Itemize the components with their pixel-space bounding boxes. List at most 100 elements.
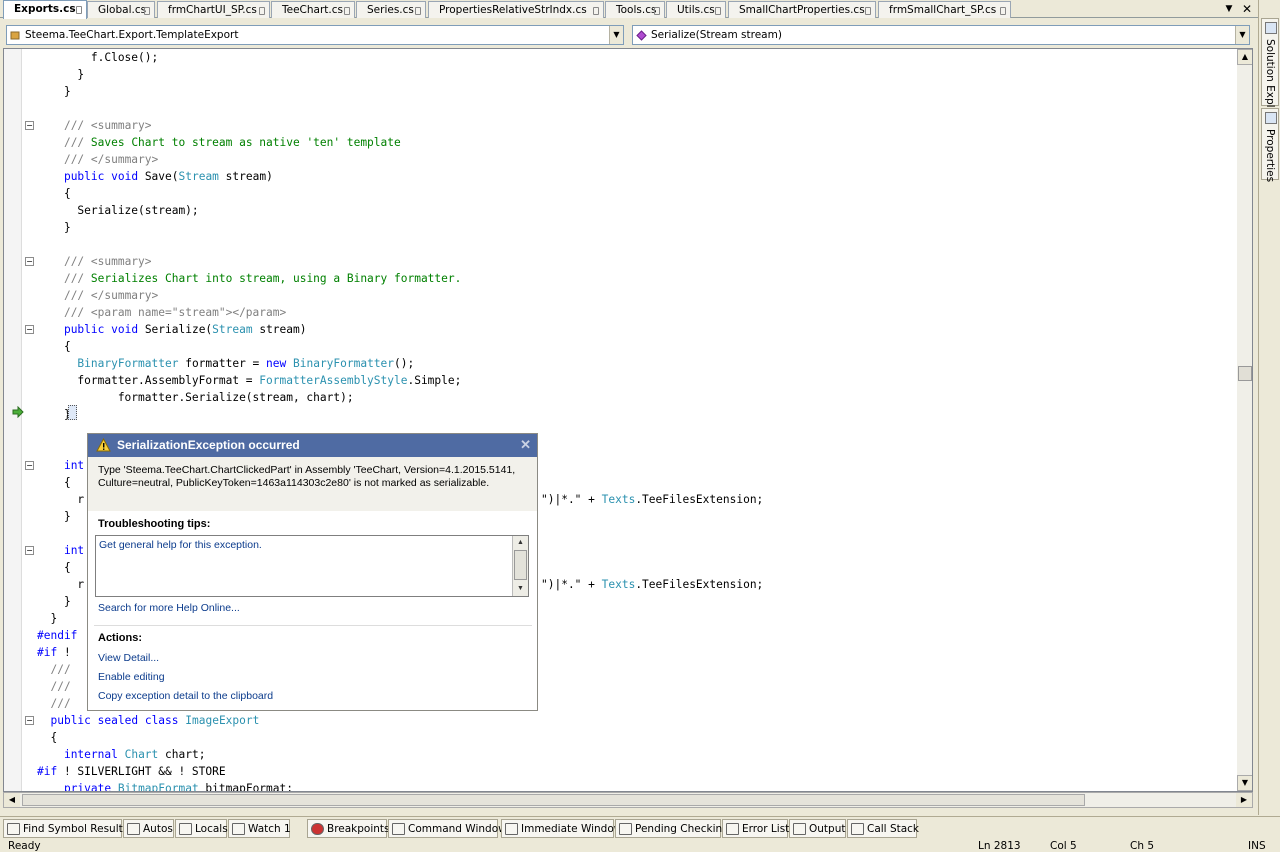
code-line[interactable]: formatter.Serialize(stream, chart); xyxy=(37,389,354,406)
tab-series[interactable]: Series.cs xyxy=(356,1,426,18)
code-line[interactable]: { xyxy=(37,338,71,355)
code-line[interactable]: /// </summary> xyxy=(37,287,158,304)
code-line[interactable]: } xyxy=(37,66,84,83)
horizontal-scrollbar[interactable]: ◀ ▶ xyxy=(3,792,1253,808)
tip-link[interactable]: Get general help for this exception. xyxy=(99,539,262,551)
scroll-down-icon[interactable]: ▼ xyxy=(1237,775,1252,791)
code-line[interactable]: /// <param name="stream"></param> xyxy=(37,304,286,321)
code-line[interactable]: #endif xyxy=(37,627,77,644)
code-line[interactable]: /// </summary> xyxy=(37,151,158,168)
tab-breakpoints[interactable]: Breakpoints xyxy=(307,819,390,838)
code-line[interactable]: /// Serializes Chart into stream, using … xyxy=(37,270,461,287)
code-line[interactable]: r xyxy=(37,576,84,593)
code-line[interactable]: } xyxy=(37,83,71,100)
code-line[interactable]: } xyxy=(37,219,71,236)
collapse-icon[interactable]: − xyxy=(25,546,34,555)
code-line[interactable]: private BitmapFormat bitmapFormat; xyxy=(37,780,293,791)
status-column: Col 5 xyxy=(1050,840,1077,852)
tips-list[interactable]: Get general help for this exception. ▲ ▼ xyxy=(95,535,529,597)
scroll-up-icon[interactable]: ▲ xyxy=(514,537,527,549)
scroll-thumb[interactable] xyxy=(22,794,1085,806)
code-line[interactable]: } xyxy=(37,406,71,423)
code-line[interactable]: public void Save(Stream stream) xyxy=(37,168,273,185)
tab-global[interactable]: Global.cs xyxy=(87,1,155,18)
code-line-tail[interactable]: ")|*." + Texts.TeeFilesExtension; xyxy=(541,576,763,593)
class-combo[interactable]: Steema.TeeChart.Export.TemplateExport ▼ xyxy=(6,25,624,45)
tab-autos[interactable]: Autos xyxy=(123,819,174,838)
code-line[interactable]: } xyxy=(37,610,57,627)
code-line[interactable]: r xyxy=(37,491,84,508)
code-line[interactable]: int xyxy=(37,542,84,559)
code-line[interactable]: { xyxy=(37,729,57,746)
code-line[interactable]: #if ! xyxy=(37,644,77,661)
tab-output[interactable]: Output xyxy=(789,819,846,838)
code-line[interactable]: } xyxy=(37,508,71,525)
code-line[interactable]: public sealed class ImageExport xyxy=(37,712,259,729)
code-line[interactable]: BinaryFormatter formatter = new BinaryFo… xyxy=(37,355,414,372)
code-line-tail[interactable]: ")|*." + Texts.TeeFilesExtension; xyxy=(541,491,763,508)
tab-immediate-window[interactable]: Immediate Window xyxy=(501,819,622,838)
code-line[interactable]: #if ! SILVERLIGHT && ! STORE xyxy=(37,763,226,780)
tab-watch-1[interactable]: Watch 1 xyxy=(228,819,291,838)
code-line[interactable]: formatter.AssemblyFormat = FormatterAsse… xyxy=(37,372,461,389)
search-help-link[interactable]: Search for more Help Online... xyxy=(98,602,240,614)
code-line[interactable]: /// Saves Chart to stream as native 'ten… xyxy=(37,134,401,151)
divider xyxy=(94,625,532,626)
code-line[interactable]: /// <summary> xyxy=(37,117,152,134)
tab-frmchartui-sp[interactable]: frmChartUI_SP.cs xyxy=(157,1,270,18)
tab-tools[interactable]: Tools.cs xyxy=(605,1,665,18)
view-detail-link[interactable]: View Detail... xyxy=(98,652,159,664)
code-line[interactable]: /// xyxy=(37,678,70,695)
code-line[interactable]: /// <summary> xyxy=(37,253,152,270)
scroll-thumb[interactable] xyxy=(1238,366,1252,381)
tips-scrollbar[interactable]: ▲ ▼ xyxy=(512,536,528,596)
tab-call-stack[interactable]: Call Stack xyxy=(847,819,919,838)
tab-smallchartproperties[interactable]: SmallChartProperties.cs xyxy=(728,1,876,18)
code-line[interactable]: /// xyxy=(37,661,70,678)
solution-explorer-icon xyxy=(1265,22,1277,34)
close-document-icon[interactable]: ✕ xyxy=(1240,2,1254,16)
code-line[interactable]: { xyxy=(37,559,71,576)
tab-propertiesrelativestrindx[interactable]: PropertiesRelativeStrIndx.cs xyxy=(428,1,604,18)
tab-pending-checkins[interactable]: Pending Checkins xyxy=(615,819,728,838)
scroll-down-icon[interactable]: ▼ xyxy=(514,583,527,595)
code-line[interactable]: Serialize(stream); xyxy=(37,202,198,219)
enable-editing-link[interactable]: Enable editing xyxy=(98,671,165,683)
tab-command-window[interactable]: Command Window xyxy=(388,819,507,838)
tab-locals[interactable]: Locals xyxy=(175,819,228,838)
member-combo[interactable]: Serialize(Stream stream) ▼ xyxy=(632,25,1250,45)
tab-exports[interactable]: Exports.cs xyxy=(3,0,87,19)
collapse-icon[interactable]: − xyxy=(25,716,34,725)
code-line[interactable]: } xyxy=(37,593,71,610)
code-line[interactable]: { xyxy=(37,185,71,202)
chevron-down-icon[interactable]: ▼ xyxy=(1235,26,1249,44)
collapse-icon[interactable]: − xyxy=(25,461,34,470)
collapse-icon[interactable]: − xyxy=(25,257,34,266)
tab-properties[interactable]: Properties xyxy=(1261,108,1279,182)
collapse-icon[interactable]: − xyxy=(25,121,34,130)
scroll-right-icon[interactable]: ▶ xyxy=(1236,793,1252,807)
tab-frmsmallchart-sp[interactable]: frmSmallChart_SP.cs xyxy=(878,1,1011,18)
code-line[interactable]: int xyxy=(37,457,84,474)
scroll-up-icon[interactable]: ▲ xyxy=(1237,49,1252,65)
code-line[interactable]: public void Serialize(Stream stream) xyxy=(37,321,307,338)
chevron-down-icon[interactable]: ▼ xyxy=(609,26,623,44)
tab-list-dropdown-icon[interactable]: ▼ xyxy=(1222,2,1236,16)
status-bar: Ready Ln 2813 Col 5 Ch 5 INS xyxy=(0,838,1280,852)
tab-teechart[interactable]: TeeChart.cs xyxy=(271,1,355,18)
copy-exception-link[interactable]: Copy exception detail to the clipboard xyxy=(98,690,273,702)
exception-title: SerializationException occurred xyxy=(117,438,300,452)
code-line[interactable]: f.Close(); xyxy=(37,49,158,66)
vertical-scrollbar[interactable]: ▲ ▼ xyxy=(1237,49,1252,791)
collapse-icon[interactable]: − xyxy=(25,325,34,334)
code-line[interactable]: internal Chart chart; xyxy=(37,746,205,763)
code-line[interactable]: /// xyxy=(37,695,70,712)
code-line[interactable]: { xyxy=(37,474,71,491)
tab-error-list[interactable]: Error List xyxy=(722,819,789,838)
tab-utils[interactable]: Utils.cs xyxy=(666,1,726,18)
scroll-thumb[interactable] xyxy=(514,550,527,580)
tab-find-symbol-results[interactable]: Find Symbol Results xyxy=(3,819,128,838)
scroll-left-icon[interactable]: ◀ xyxy=(4,793,20,807)
close-icon[interactable]: ✕ xyxy=(520,437,531,453)
tab-solution-explorer[interactable]: Solution Explorer xyxy=(1261,18,1279,129)
